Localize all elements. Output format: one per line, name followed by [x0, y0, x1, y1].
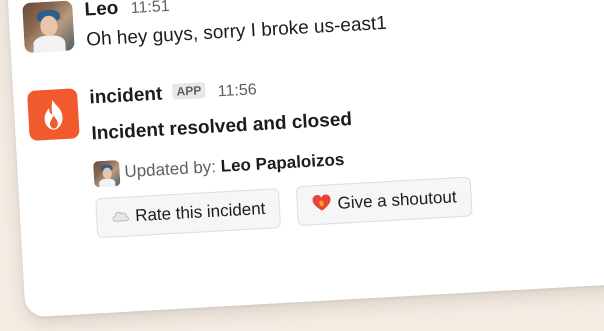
- rate-label: Rate this incident: [134, 198, 266, 226]
- cloud-icon: [111, 206, 130, 228]
- avatar-leo[interactable]: [22, 0, 75, 54]
- rate-incident-button[interactable]: Rate this incident: [95, 188, 282, 239]
- flame-icon[interactable]: [27, 88, 80, 141]
- heart-fire-icon: [311, 193, 332, 217]
- author-name[interactable]: Leo: [84, 0, 119, 21]
- message-card: Leo 11:51 Oh hey guys, sorry I broke us-…: [6, 0, 604, 318]
- timestamp[interactable]: 11:56: [217, 81, 257, 100]
- updated-label: Updated by:: [123, 157, 217, 182]
- timestamp[interactable]: 11:51: [130, 0, 170, 17]
- avatar-leo-small: [93, 159, 121, 188]
- shoutout-label: Give a shoutout: [337, 187, 458, 213]
- app-badge: APP: [172, 82, 206, 100]
- give-shoutout-button[interactable]: Give a shoutout: [295, 176, 473, 227]
- incident-status: Incident resolved and closed: [90, 108, 353, 145]
- app-name[interactable]: incident: [89, 83, 163, 108]
- action-buttons: Rate this incident Give a shoutout: [95, 176, 485, 239]
- updated-by: Updated by: Leo Papaloizos: [93, 147, 355, 188]
- message-text: Oh hey guys, sorry I broke us-east1: [85, 12, 388, 51]
- updated-by-name[interactable]: Leo Papaloizos: [220, 150, 345, 176]
